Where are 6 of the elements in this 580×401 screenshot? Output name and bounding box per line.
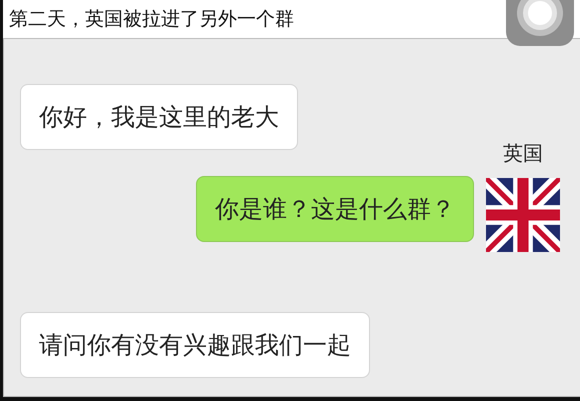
- sender-name: 英国: [502, 140, 544, 167]
- caption-text: 第二天，英国被拉进了另外一个群: [8, 7, 294, 32]
- message-bubble: 你好，我是这里的老大: [20, 84, 298, 150]
- message-bubble: 请问你有没有兴趣跟我们一起: [20, 312, 370, 378]
- message-bubble: 你是谁？这是什么群？: [196, 176, 474, 242]
- union-jack-avatar-icon: [486, 176, 560, 254]
